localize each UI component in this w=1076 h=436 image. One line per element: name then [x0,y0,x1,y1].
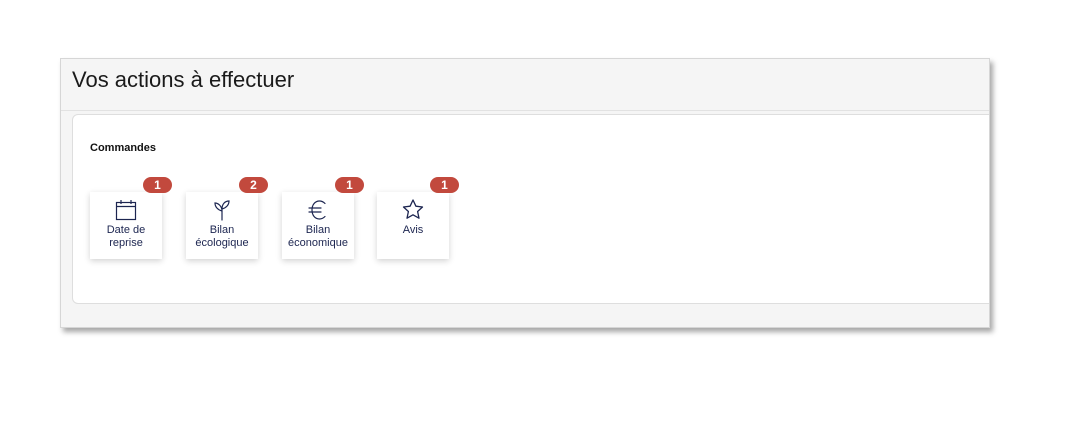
panel-divider [61,110,989,111]
tile-bilan-economique[interactable]: Bilan économique 1 [282,177,364,259]
panel-title: Vos actions à effectuer [72,67,295,92]
count-badge: 1 [430,177,459,193]
tile-label: Bilan écologique [195,224,249,249]
tile-label: Date de reprise [106,224,146,249]
actions-panel: Vos actions à effectuer Commandes Date d… [60,58,990,328]
calendar-icon [90,197,162,223]
tile-bilan-ecologique[interactable]: Bilan écologique 2 [186,177,268,259]
tile-label: Bilan économique [288,224,348,249]
star-icon [377,197,449,223]
section-label-commandes: Commandes [90,142,157,154]
tile-date-de-reprise[interactable]: Date de reprise 1 [90,177,172,259]
count-badge: 2 [239,177,268,193]
orders-card: Commandes Date de reprise 1 Bilan écolog… [72,114,989,304]
sprout-icon [186,197,258,223]
panel-content: Vos actions à effectuer Commandes Date d… [61,59,989,327]
count-badge: 1 [335,177,364,193]
euro-icon [282,197,354,223]
tile-avis[interactable]: Avis 1 [377,177,459,259]
count-badge: 1 [143,177,172,193]
tile-label: Avis [402,224,424,236]
